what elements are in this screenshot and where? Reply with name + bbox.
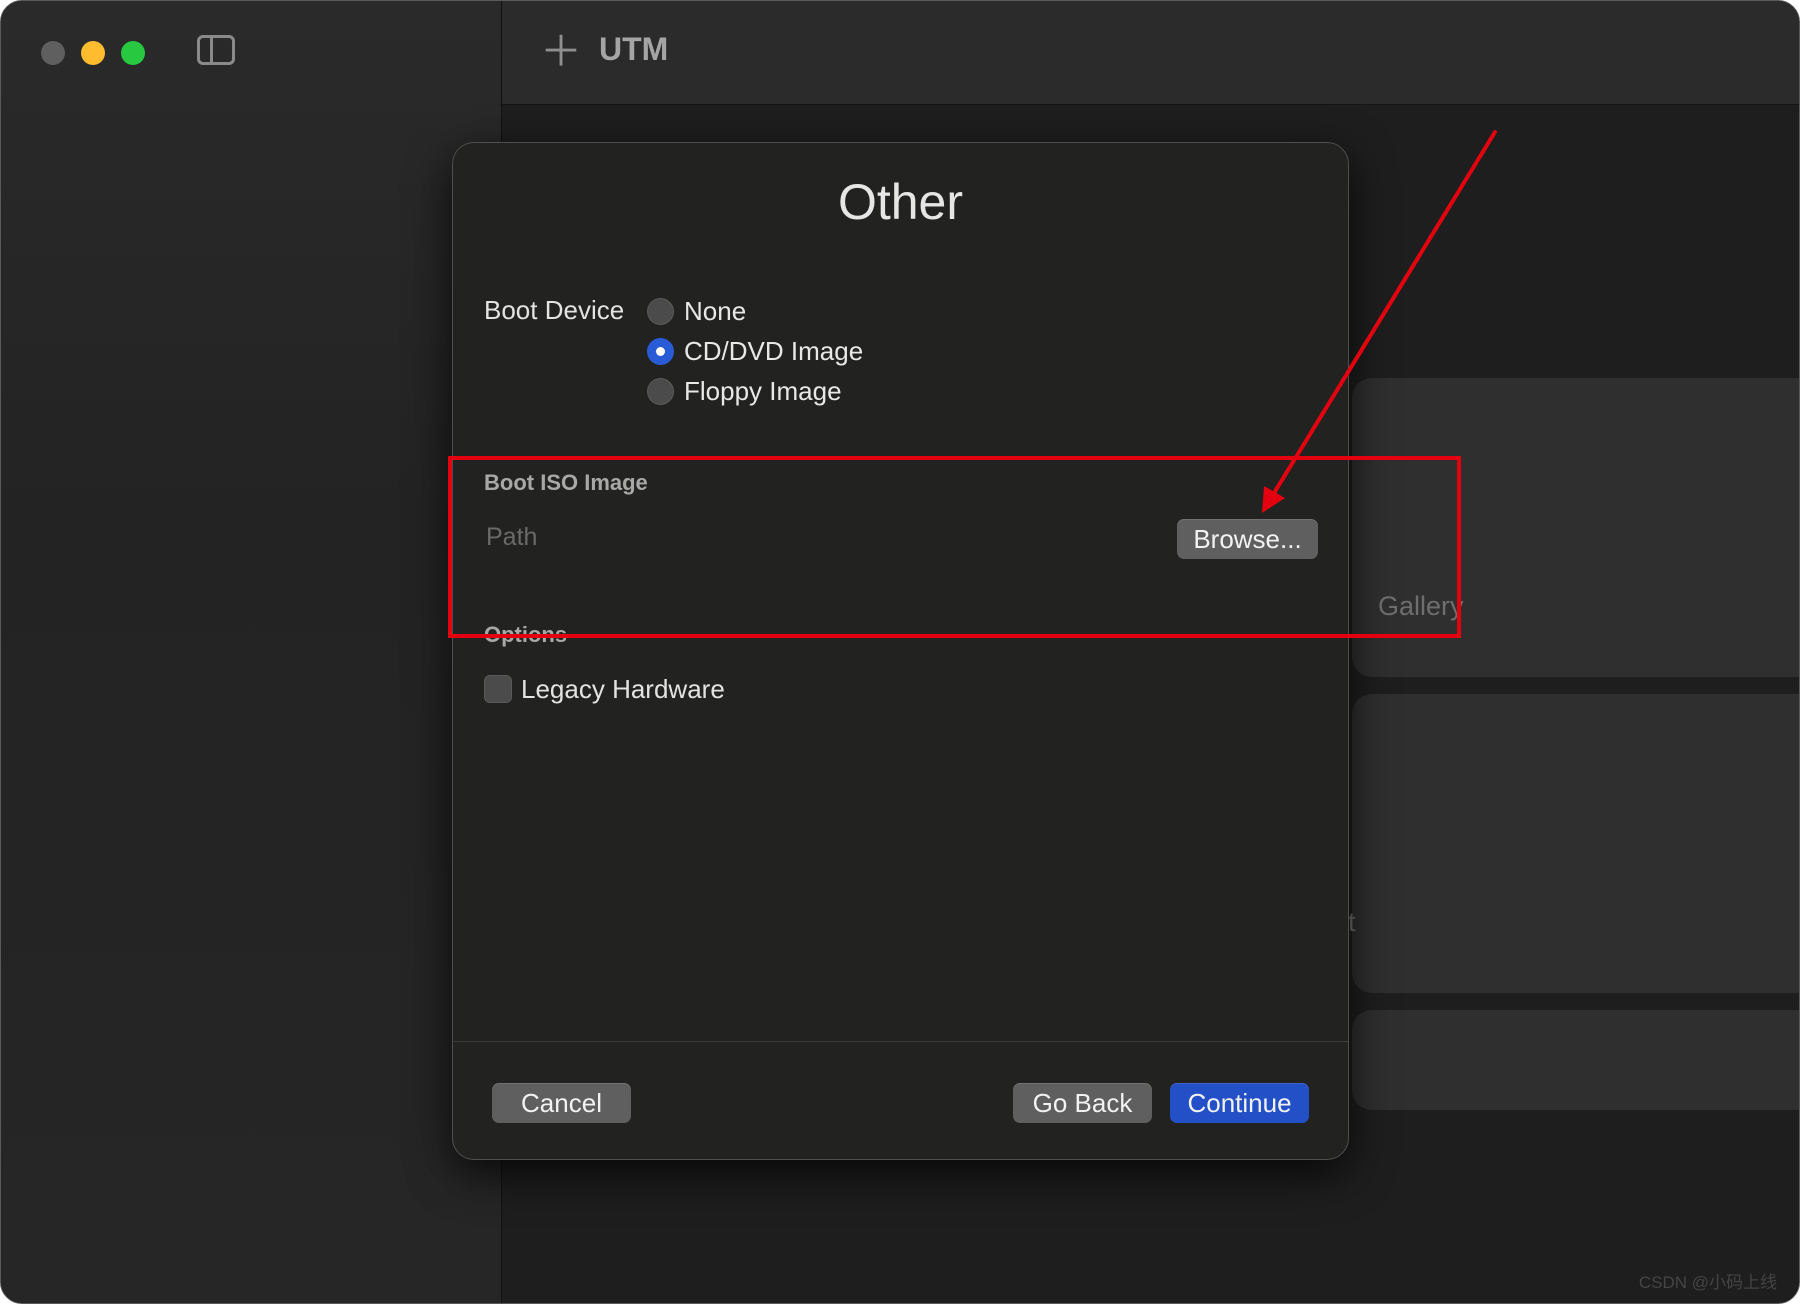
app-window: ＋ UTM Gallery t Other Boot Device None C… <box>0 0 1800 1304</box>
watermark: CSDN @小码上线 <box>1638 1273 1777 1292</box>
annotation-arrow <box>1262 130 1497 513</box>
